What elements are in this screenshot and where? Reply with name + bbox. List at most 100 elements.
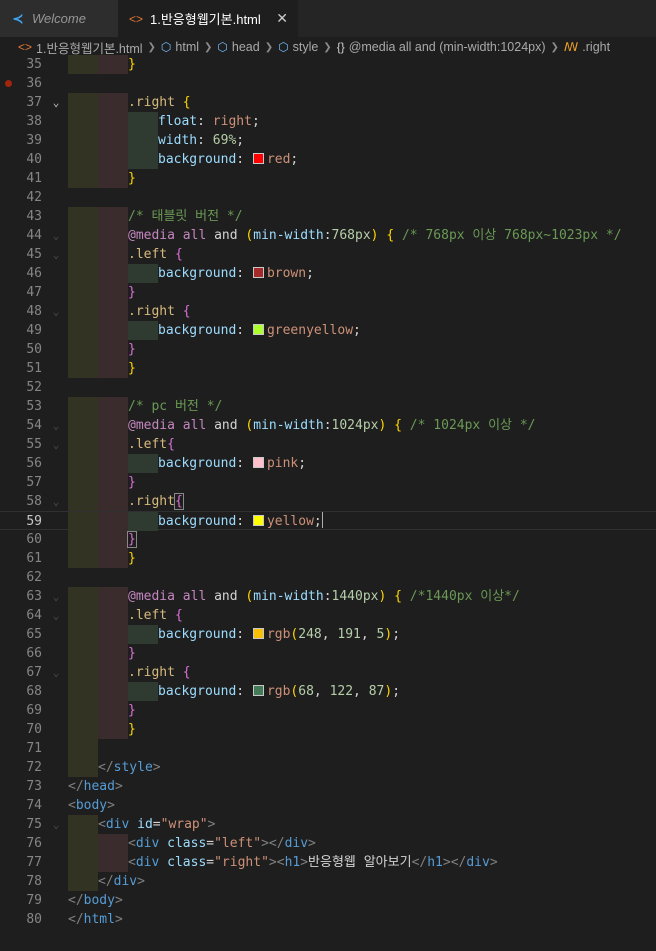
code-line[interactable]: 60} bbox=[0, 530, 656, 549]
code-line[interactable]: 76 <div class="left"></div> bbox=[0, 834, 656, 853]
code-line[interactable]: 55 ⌄ .left{ bbox=[0, 435, 656, 454]
code-line[interactable]: 48 ⌄ .right { bbox=[0, 302, 656, 321]
code-line[interactable]: 65 background: rgb(248, 191, 5); bbox=[0, 625, 656, 644]
color-swatch[interactable] bbox=[252, 267, 264, 278]
color-swatch[interactable] bbox=[252, 324, 264, 335]
color-swatch[interactable] bbox=[252, 457, 264, 468]
line-number: 62 bbox=[26, 570, 42, 585]
indent-guide bbox=[98, 112, 128, 131]
code-line[interactable]: 78 </div> bbox=[0, 872, 656, 891]
chevron-down-icon[interactable]: ⌄ bbox=[50, 226, 62, 245]
code-line[interactable]: 49 background: greenyellow; bbox=[0, 321, 656, 340]
code-token: min-width bbox=[253, 589, 324, 604]
color-swatch[interactable] bbox=[252, 515, 264, 526]
code-line[interactable]: 77 <div class="right"><h1>반응형웹 알아보기</h1><… bbox=[0, 853, 656, 872]
code-line[interactable]: 52 bbox=[0, 378, 656, 397]
chevron-down-icon[interactable]: ⌄ bbox=[50, 606, 62, 625]
code-line[interactable]: 80 </html> bbox=[0, 910, 656, 929]
code-line[interactable]: 35} bbox=[0, 55, 656, 74]
indent-guide bbox=[68, 340, 98, 359]
breadcrumb-html[interactable]: ⬡ html bbox=[161, 40, 199, 54]
code-token: : bbox=[236, 514, 252, 529]
code-line[interactable]: 45 ⌄ .left { bbox=[0, 245, 656, 264]
breadcrumb-file[interactable]: <> 1.반응형웹기본.html bbox=[18, 38, 143, 57]
code-line[interactable]: 67 ⌄ .right { bbox=[0, 663, 656, 682]
code-line[interactable]: 36 bbox=[0, 74, 656, 93]
color-swatch[interactable] bbox=[252, 628, 264, 639]
breadcrumb-media[interactable]: {} @media all and (min-width:1024px) bbox=[337, 40, 546, 54]
code-editor[interactable]: 35} 36 37 ⌄ .right {38 float: right; 39 width: … bbox=[0, 55, 656, 951]
code-token: /* 태블릿 버전 */ bbox=[128, 209, 243, 224]
code-line[interactable]: 39 width: 69%; bbox=[0, 131, 656, 150]
indent-guide bbox=[98, 682, 128, 701]
code-line[interactable]: 70} bbox=[0, 720, 656, 739]
code-text: .left{ bbox=[68, 435, 175, 454]
breadcrumb-style[interactable]: ⬡ style bbox=[278, 40, 318, 54]
code-line[interactable]: 62 bbox=[0, 568, 656, 587]
color-swatch[interactable] bbox=[252, 685, 264, 696]
code-line[interactable]: 69} bbox=[0, 701, 656, 720]
code-line[interactable]: 56 background: pink; bbox=[0, 454, 656, 473]
code-line[interactable]: 64 ⌄ .left { bbox=[0, 606, 656, 625]
code-line[interactable]: 66} bbox=[0, 644, 656, 663]
code-line[interactable]: 37 ⌄ .right { bbox=[0, 93, 656, 112]
line-number: 72 bbox=[26, 760, 42, 775]
code-text: </html> bbox=[68, 910, 123, 929]
code-line[interactable]: 68 background: rgb(68, 122, 87); bbox=[0, 682, 656, 701]
code-line[interactable]: 47} bbox=[0, 283, 656, 302]
code-line[interactable]: 59 background: yellow; bbox=[0, 511, 656, 531]
code-line[interactable]: 58 ⌄ .right{ bbox=[0, 492, 656, 511]
chevron-down-icon[interactable]: ⌄ bbox=[50, 245, 62, 264]
code-line[interactable]: 73 </head> bbox=[0, 777, 656, 796]
close-icon[interactable]: ✕ bbox=[276, 10, 288, 27]
code-line[interactable]: 41} bbox=[0, 169, 656, 188]
code-token: all bbox=[174, 228, 215, 243]
chevron-down-icon[interactable]: ⌄ bbox=[50, 663, 62, 682]
chevron-down-icon[interactable]: ⌄ bbox=[50, 815, 62, 834]
code-line[interactable]: 38 float: right; bbox=[0, 112, 656, 131]
code-line[interactable]: 74 <body> bbox=[0, 796, 656, 815]
code-token: head bbox=[83, 779, 115, 794]
code-line[interactable]: 40 background: red; bbox=[0, 150, 656, 169]
chevron-down-icon[interactable]: ⌄ bbox=[50, 435, 62, 454]
code-token: > bbox=[152, 760, 161, 775]
tab-html-file[interactable]: <> 1.반응형웹기본.html ✕ bbox=[118, 0, 298, 37]
code-line[interactable]: 57} bbox=[0, 473, 656, 492]
chevron-down-icon[interactable]: ⌄ bbox=[50, 93, 62, 112]
color-swatch[interactable] bbox=[252, 153, 264, 164]
breadcrumb-head[interactable]: ⬡ head bbox=[217, 40, 259, 54]
indent-guide bbox=[68, 397, 98, 416]
line-number: 66 bbox=[26, 646, 42, 661]
code-line[interactable]: 46 background: brown; bbox=[0, 264, 656, 283]
code-token: min-width bbox=[253, 228, 324, 243]
line-number: 43 bbox=[26, 209, 42, 224]
code-token: .left bbox=[128, 608, 168, 623]
code-line[interactable]: 75 ⌄ <div id="wrap"> bbox=[0, 815, 656, 834]
code-line[interactable]: 44 ⌄ @media all and (min-width:768px) { /*… bbox=[0, 226, 656, 245]
chevron-down-icon[interactable]: ⌄ bbox=[50, 302, 62, 321]
code-line[interactable]: 54 ⌄ @media all and (min-width:1024px) { /… bbox=[0, 416, 656, 435]
code-token: background bbox=[158, 152, 237, 167]
code-line[interactable]: 71 bbox=[0, 739, 656, 758]
tab-welcome[interactable]: ≺ Welcome bbox=[0, 0, 118, 37]
code-token: .left bbox=[128, 437, 168, 452]
indent-guide bbox=[68, 416, 98, 435]
selector-icon: ꟿ bbox=[563, 40, 579, 54]
breadcrumb-right[interactable]: ꟿ .right bbox=[564, 40, 610, 54]
code-line[interactable]: 53 /* pc 버전 */ bbox=[0, 397, 656, 416]
code-line[interactable]: 43 /* 태블릿 버전 */ bbox=[0, 207, 656, 226]
code-token: , bbox=[353, 684, 369, 699]
code-token: background bbox=[158, 627, 237, 642]
chevron-down-icon[interactable]: ⌄ bbox=[50, 416, 62, 435]
code-line[interactable]: 72 </style> bbox=[0, 758, 656, 777]
code-line[interactable]: 61} bbox=[0, 549, 656, 568]
indent-guide bbox=[98, 644, 128, 663]
code-line[interactable]: 63 ⌄ @media all and (min-width:1440px) { /… bbox=[0, 587, 656, 606]
chevron-down-icon[interactable]: ⌄ bbox=[50, 492, 62, 511]
code-line[interactable]: 42 bbox=[0, 188, 656, 207]
indent-guide bbox=[128, 682, 158, 701]
chevron-down-icon[interactable]: ⌄ bbox=[50, 587, 62, 606]
code-line[interactable]: 79 </body> bbox=[0, 891, 656, 910]
code-line[interactable]: 50} bbox=[0, 340, 656, 359]
code-line[interactable]: 51} bbox=[0, 359, 656, 378]
